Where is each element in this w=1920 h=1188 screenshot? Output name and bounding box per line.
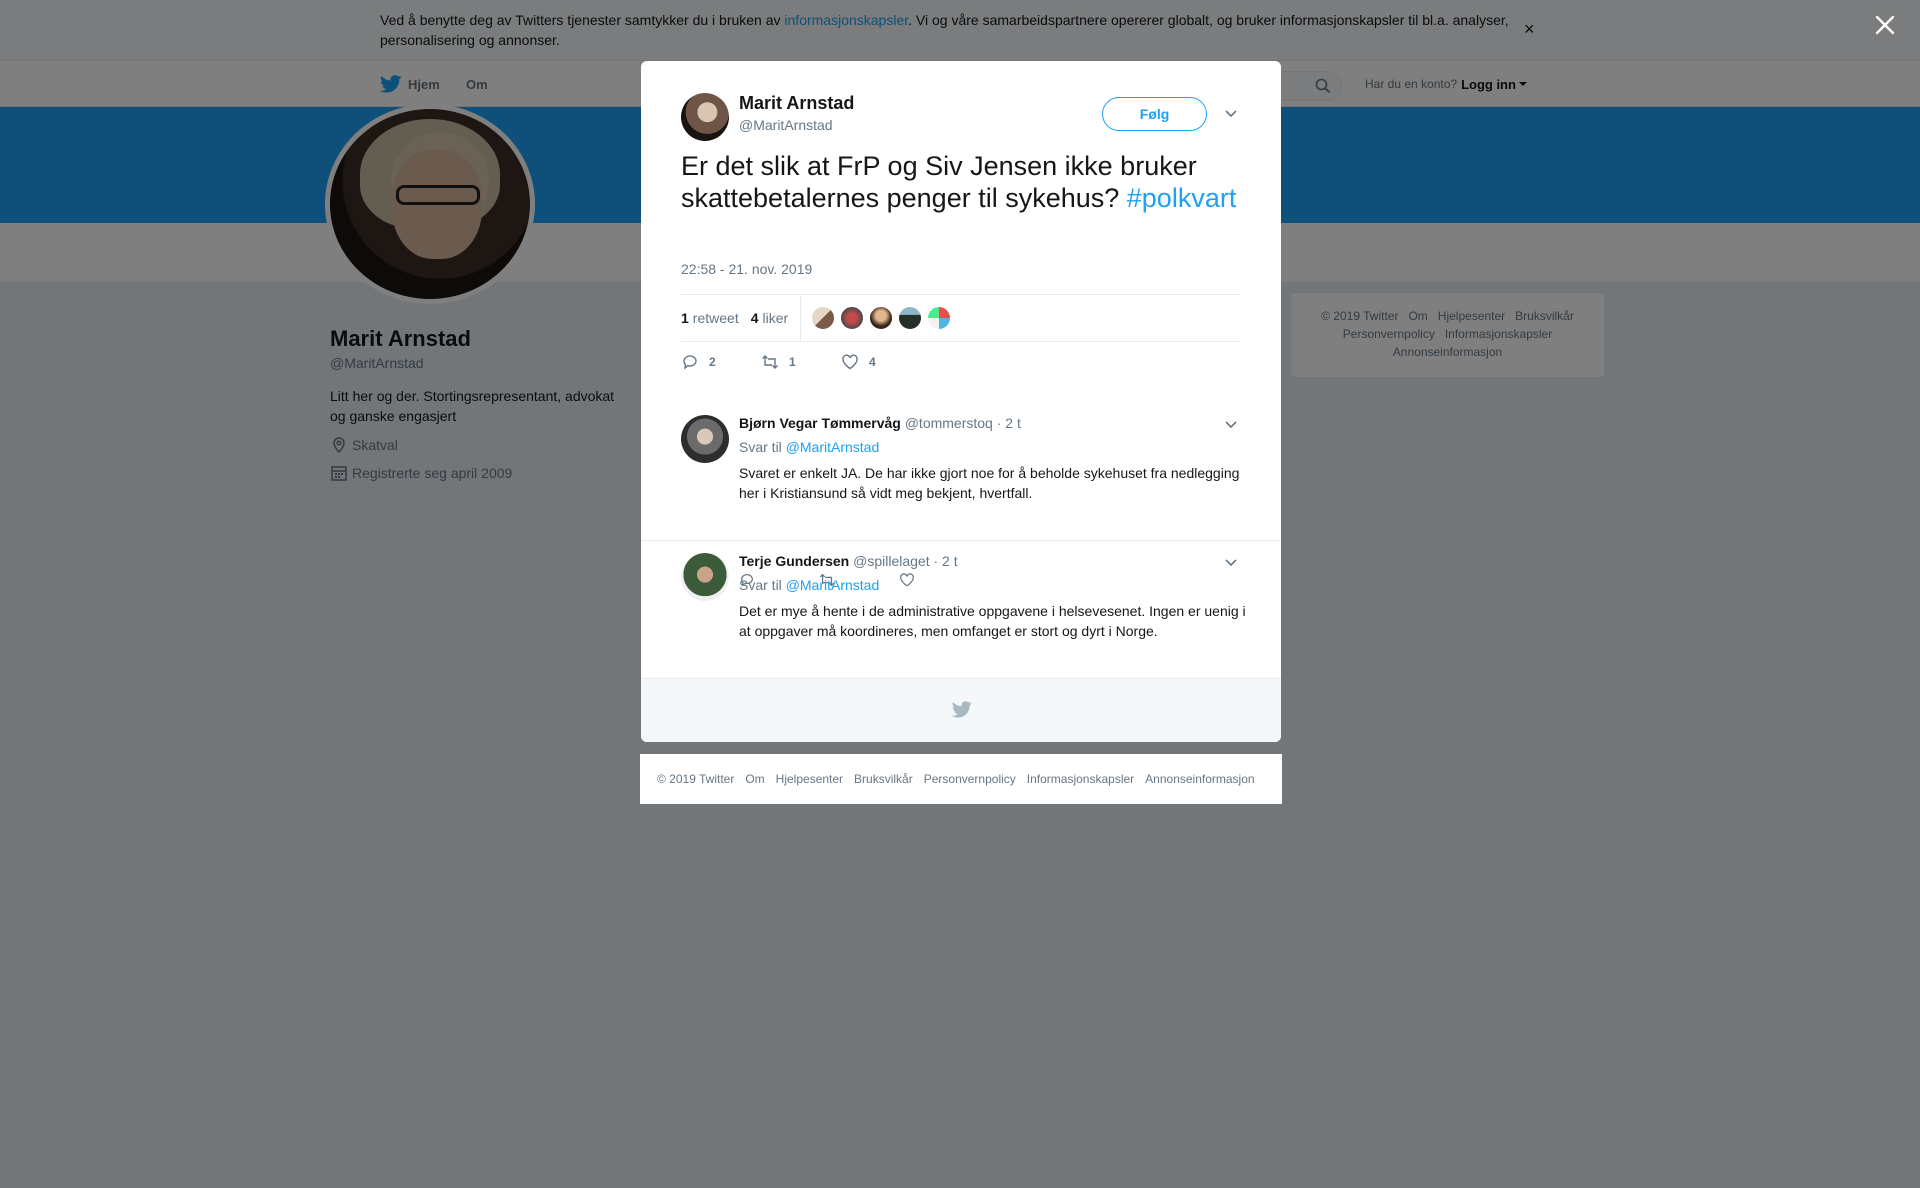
footer-link-help[interactable]: Hjelpesenter: [776, 772, 843, 786]
mention-link[interactable]: @MaritArnstad: [786, 577, 880, 593]
chevron-down-icon[interactable]: [1224, 556, 1238, 570]
likes-stat[interactable]: 4 liker: [751, 310, 788, 326]
tweet-text: Er det slik at FrP og Siv Jensen ikke br…: [681, 151, 1237, 213]
footer-link-about[interactable]: Om: [745, 772, 764, 786]
reply-to: Svar til @MaritArnstad: [739, 439, 880, 455]
reply-header: Terje Gundersen @spillelaget · 2 t: [739, 553, 958, 569]
footer-copyright: © 2019 Twitter: [657, 772, 735, 786]
reply-to: Svar til @MaritArnstad: [739, 577, 880, 593]
reply-time[interactable]: · 2 t: [997, 415, 1021, 431]
liker-avatar[interactable]: [840, 306, 865, 330]
tweet-modal: Marit Arnstad @MaritArnstad Følg Er det …: [641, 61, 1281, 742]
retweets-stat[interactable]: 1 retweet: [681, 310, 739, 326]
modal-footer: [641, 678, 1281, 742]
reply-separator: [641, 540, 1281, 541]
follow-button[interactable]: Følg: [1102, 97, 1207, 131]
retweet-icon: [762, 355, 778, 369]
like-icon: [842, 354, 858, 370]
reply-author-avatar[interactable]: [681, 415, 729, 463]
chevron-down-icon[interactable]: [1224, 107, 1238, 121]
twitter-bird-icon: [952, 701, 972, 718]
bottom-footer: © 2019 Twitter Om Hjelpesenter Bruksvilk…: [640, 754, 1282, 804]
mention-link[interactable]: @MaritArnstad: [786, 439, 880, 455]
liker-avatar[interactable]: [898, 306, 923, 330]
liker-avatar[interactable]: [811, 306, 836, 330]
chevron-down-icon[interactable]: [1224, 418, 1238, 432]
reply-author-avatar[interactable]: [681, 553, 729, 601]
reply-author-name[interactable]: Terje Gundersen: [739, 553, 849, 569]
reply-time[interactable]: · 2 t: [933, 553, 957, 569]
like-icon: [900, 573, 914, 587]
like-button[interactable]: [899, 572, 979, 588]
liker-avatar[interactable]: [869, 306, 894, 330]
reply-author-name[interactable]: Bjørn Vegar Tømmervåg: [739, 415, 901, 431]
likers-avatars: [811, 306, 956, 330]
footer-link-cookies[interactable]: Informasjonskapsler: [1027, 772, 1134, 786]
footer-link-terms[interactable]: Bruksvilkår: [854, 772, 913, 786]
reply-button[interactable]: 2: [681, 353, 761, 371]
like-button[interactable]: 4: [841, 353, 921, 371]
reply-text: Svaret er enkelt JA. De har ikke gjort n…: [739, 465, 1240, 501]
stats-divider: [800, 295, 802, 341]
tweet-author-name[interactable]: Marit Arnstad: [739, 93, 854, 114]
reply-icon: [683, 355, 697, 370]
reply-author-handle[interactable]: @tommerstoq: [905, 415, 993, 431]
reply-author-handle[interactable]: @spillelaget: [853, 553, 929, 569]
footer-link-privacy[interactable]: Personvernpolicy: [924, 772, 1016, 786]
retweet-button[interactable]: 1: [761, 353, 841, 371]
tweet-timestamp[interactable]: 22:58 - 21. nov. 2019: [681, 261, 812, 277]
hashtag-link[interactable]: #polkvart: [1127, 183, 1237, 213]
footer-link-ads[interactable]: Annonseinformasjon: [1145, 772, 1254, 786]
liker-avatar[interactable]: [927, 306, 952, 330]
tweet-stats: 1 retweet 4 liker: [681, 294, 1241, 342]
tweet-author-handle[interactable]: @MaritArnstad: [739, 117, 833, 133]
reply-header: Bjørn Vegar Tømmervåg @tommerstoq · 2 t: [739, 415, 1021, 431]
reply-text: Det er mye å hente i de administrative o…: [739, 603, 1246, 639]
close-icon[interactable]: [1872, 12, 1898, 38]
tweet-author-avatar[interactable]: [681, 93, 729, 141]
tweet-actions: 2 1 4: [681, 352, 921, 372]
